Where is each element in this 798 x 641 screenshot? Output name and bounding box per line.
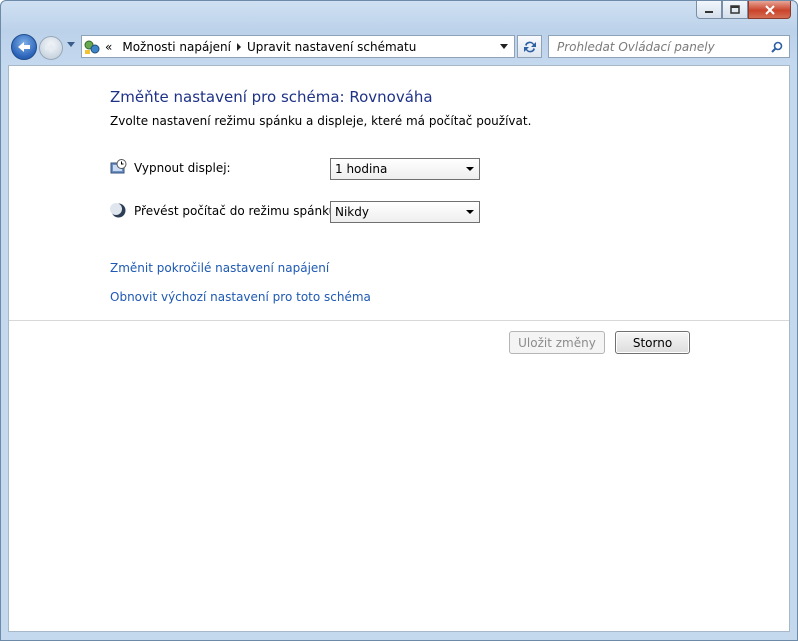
dropdown-arrow-icon [466, 210, 474, 214]
dropdown-arrow-icon [466, 167, 474, 171]
maximize-icon [730, 5, 740, 14]
explorer-window: « Možnosti napájení Upravit nastavení sc… [0, 0, 798, 641]
cancel-button[interactable]: Storno [615, 331, 690, 354]
sleep-moon-icon [110, 203, 126, 218]
save-button[interactable]: Uložit změny [509, 331, 605, 354]
refresh-button[interactable] [517, 35, 542, 58]
breadcrumb-power-options[interactable]: Možnosti napájení [116, 40, 237, 54]
forward-button[interactable] [39, 36, 63, 60]
address-bar[interactable]: « Možnosti napájení Upravit nastavení sc… [81, 35, 515, 58]
display-off-select[interactable]: 1 hodina [330, 158, 480, 180]
caption-buttons [696, 1, 791, 19]
breadcrumb-overflow[interactable]: « [105, 40, 116, 54]
minimize-button[interactable] [696, 1, 722, 19]
recent-pages-dropdown[interactable] [67, 42, 75, 47]
sleep-value: Nikdy [335, 205, 369, 219]
content-pane: Změňte nastavení pro schéma: Rovnováha Z… [8, 65, 790, 632]
navigation-bar: « Možnosti napájení Upravit nastavení sc… [9, 32, 790, 62]
advanced-settings-link[interactable]: Změnit pokročilé nastavení napájení [110, 261, 329, 275]
maximize-button[interactable] [722, 1, 748, 19]
close-button[interactable] [748, 1, 791, 19]
search-placeholder: Prohledat Ovládací panely [557, 39, 715, 54]
sleep-label: Převést počítač do režimu spánku: [134, 204, 341, 218]
display-off-value: 1 hodina [335, 162, 388, 176]
divider [9, 320, 789, 321]
sleep-select[interactable]: Nikdy [330, 201, 480, 223]
search-icon[interactable] [771, 41, 783, 53]
address-dropdown-icon[interactable] [500, 44, 508, 49]
forward-arrow-icon [45, 43, 56, 53]
page-title: Změňte nastavení pro schéma: Rovnováha [110, 88, 433, 106]
close-icon [764, 4, 775, 15]
control-panel-icon [84, 40, 100, 54]
display-clock-icon [110, 159, 127, 174]
search-input[interactable]: Prohledat Ovládací panely [548, 35, 790, 58]
breadcrumb-edit-plan[interactable]: Upravit nastavení schématu [241, 40, 422, 54]
page-subtitle: Zvolte nastavení režimu spánku a displej… [110, 114, 532, 128]
back-arrow-icon [18, 42, 30, 52]
minimize-icon [705, 10, 713, 13]
refresh-icon [523, 41, 536, 52]
restore-defaults-link[interactable]: Obnovit výchozí nastavení pro toto schém… [110, 290, 371, 304]
display-off-label: Vypnout displej: [134, 161, 231, 175]
back-button[interactable] [11, 34, 37, 60]
